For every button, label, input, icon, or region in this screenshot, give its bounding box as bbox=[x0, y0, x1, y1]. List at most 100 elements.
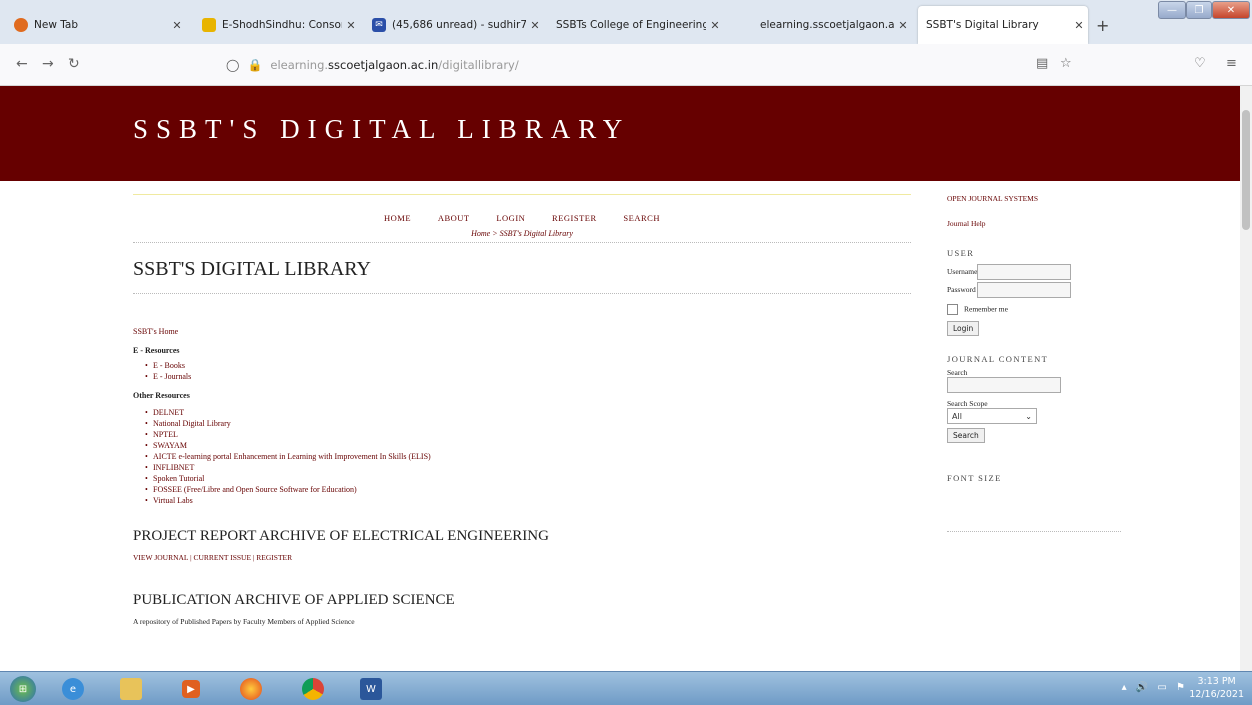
close-icon[interactable]: ✕ bbox=[706, 19, 724, 32]
list-item[interactable]: DELNET bbox=[145, 407, 911, 418]
internet-explorer-icon: e bbox=[62, 678, 84, 700]
url-text[interactable]: elearning.sscoetjalgaon.ac.in/digitallib… bbox=[270, 58, 518, 72]
chevron-down-icon: ⌄ bbox=[1025, 411, 1032, 421]
close-icon[interactable]: ✕ bbox=[894, 19, 912, 32]
address-bar[interactable]: ◯ 🔒 elearning.sscoetjalgaon.ac.in/digita… bbox=[226, 52, 1091, 78]
remember-me-label: Remember me bbox=[964, 304, 1008, 314]
e-books-link[interactable]: E - Books bbox=[153, 361, 185, 370]
window-close-button[interactable]: ✕ bbox=[1212, 1, 1250, 19]
section-links-electrical[interactable]: VIEW JOURNAL | CURRENT ISSUE | REGISTER bbox=[133, 553, 911, 562]
search-input[interactable] bbox=[947, 377, 1061, 393]
search-scope-label: Search Scope bbox=[947, 399, 988, 408]
url-path: /digitallibrary/ bbox=[438, 58, 519, 72]
aicte-elis-link[interactable]: AICTE e-learning portal Enhancement in L… bbox=[153, 452, 431, 461]
start-button[interactable]: ⊞ bbox=[2, 675, 44, 703]
search-scope-select[interactable]: All ⌄ bbox=[947, 408, 1037, 424]
tab-title: E-ShodhSindhu: Consorti bbox=[222, 19, 342, 31]
close-icon[interactable]: ✕ bbox=[168, 19, 186, 32]
list-item[interactable]: Virtual Labs bbox=[145, 495, 911, 506]
list-item[interactable]: Spoken Tutorial bbox=[145, 473, 911, 484]
password-field[interactable] bbox=[976, 282, 1071, 298]
nav-register[interactable]: REGISTER bbox=[552, 213, 597, 223]
e-resources-list: E - Books E - Journals bbox=[145, 360, 911, 382]
vertical-scrollbar[interactable] bbox=[1240, 86, 1252, 671]
fossee-link[interactable]: FOSSEE (Free/Libre and Open Source Softw… bbox=[153, 485, 357, 494]
close-icon[interactable]: ✕ bbox=[1070, 19, 1088, 32]
taskbar-word[interactable]: W bbox=[350, 675, 392, 703]
new-tab-button[interactable]: + bbox=[1096, 16, 1109, 35]
clock-date: 12/16/2021 bbox=[1189, 689, 1244, 700]
nav-login[interactable]: LOGIN bbox=[496, 213, 525, 223]
list-item[interactable]: AICTE e-learning portal Enhancement in L… bbox=[145, 451, 911, 462]
divider bbox=[947, 531, 1121, 532]
list-item[interactable]: E - Books bbox=[145, 360, 911, 371]
swayam-link[interactable]: SWAYAM bbox=[153, 441, 187, 450]
login-button[interactable]: Login bbox=[947, 321, 980, 336]
tab-digital-library[interactable]: SSBT's Digital Library ✕ bbox=[918, 6, 1088, 44]
close-icon[interactable]: ✕ bbox=[526, 19, 544, 32]
url-prefix: elearning. bbox=[270, 58, 329, 72]
scrollbar-thumb[interactable] bbox=[1242, 110, 1250, 230]
taskbar-explorer[interactable] bbox=[110, 675, 152, 703]
nav-search[interactable]: SEARCH bbox=[623, 213, 660, 223]
windows-taskbar: ⊞ e ▶ W ▴ 🔊 ▭ ⚑ 3:13 PM 12/16/2021 bbox=[0, 671, 1252, 705]
close-icon[interactable]: ✕ bbox=[342, 19, 360, 32]
e-journals-link[interactable]: E - Journals bbox=[153, 372, 191, 381]
menu-icon[interactable]: ≡ bbox=[1226, 56, 1237, 71]
bookmark-star-icon[interactable]: ☆ bbox=[1060, 56, 1072, 71]
search-button[interactable]: Search bbox=[947, 428, 985, 443]
username-field[interactable] bbox=[977, 264, 1072, 280]
ndl-link[interactable]: National Digital Library bbox=[153, 419, 231, 428]
tab-title: elearning.sscoetjalgaon.ac bbox=[760, 19, 894, 31]
system-tray[interactable]: ▴ 🔊 ▭ ⚑ bbox=[1122, 682, 1188, 693]
mail-icon: ✉ bbox=[372, 18, 386, 32]
firefox-icon bbox=[240, 678, 262, 700]
delnet-link[interactable]: DELNET bbox=[153, 408, 184, 417]
ssbt-home-link[interactable]: SSBT's Home bbox=[133, 327, 178, 336]
breadcrumb-current[interactable]: SSBT's Digital Library bbox=[500, 229, 573, 238]
forward-arrow-icon[interactable]: → bbox=[42, 56, 54, 72]
other-resources-list: DELNET National Digital Library NPTEL SW… bbox=[145, 407, 911, 506]
taskbar-chrome[interactable] bbox=[292, 675, 334, 703]
ojs-link[interactable]: OPEN JOURNAL SYSTEMS bbox=[947, 194, 1127, 203]
tab-eshodhsindhu[interactable]: E-ShodhSindhu: Consorti ✕ bbox=[194, 6, 360, 44]
lock-icon[interactable]: 🔒 bbox=[247, 58, 262, 72]
list-item[interactable]: E - Journals bbox=[145, 371, 911, 382]
maximize-button[interactable]: ❐ bbox=[1186, 1, 1212, 19]
nav-home[interactable]: HOME bbox=[384, 213, 411, 223]
reader-view-icon[interactable]: ▤ bbox=[1036, 56, 1048, 71]
remember-me-checkbox[interactable] bbox=[947, 304, 958, 315]
browser-navigation-bar: ← → ↻ ◯ 🔒 elearning.sscoetjalgaon.ac.in/… bbox=[0, 44, 1252, 86]
sidebar: OPEN JOURNAL SYSTEMS Journal Help USER U… bbox=[947, 194, 1127, 532]
tab-elearning[interactable]: elearning.sscoetjalgaon.ac ✕ bbox=[752, 6, 912, 44]
nptel-link[interactable]: NPTEL bbox=[153, 430, 178, 439]
tab-title: New Tab bbox=[34, 19, 79, 31]
list-item[interactable]: FOSSEE (Free/Libre and Open Source Softw… bbox=[145, 484, 911, 495]
section-description: A repository of Published Papers by Facu… bbox=[133, 617, 355, 626]
taskbar-firefox[interactable] bbox=[230, 675, 272, 703]
other-resources-heading: Other Resources bbox=[133, 391, 190, 400]
inflibnet-link[interactable]: INFLIBNET bbox=[153, 463, 194, 472]
minimize-button[interactable]: — bbox=[1158, 1, 1186, 19]
tab-new-tab[interactable]: New Tab ✕ bbox=[6, 6, 186, 44]
pocket-icon[interactable]: ♡ bbox=[1194, 56, 1206, 71]
nav-about[interactable]: ABOUT bbox=[438, 213, 470, 223]
list-item[interactable]: National Digital Library bbox=[145, 418, 911, 429]
taskbar-ie[interactable]: e bbox=[52, 675, 94, 703]
shield-icon[interactable]: ◯ bbox=[226, 58, 239, 72]
tab-mail[interactable]: ✉ (45,686 unread) - sudhir78 ✕ bbox=[364, 6, 544, 44]
virtual-labs-link[interactable]: Virtual Labs bbox=[153, 496, 193, 505]
taskbar-media[interactable]: ▶ bbox=[170, 675, 212, 703]
breadcrumb-home[interactable]: Home bbox=[471, 229, 490, 238]
back-arrow-icon[interactable]: ← bbox=[16, 56, 28, 72]
journal-help-link[interactable]: Journal Help bbox=[947, 219, 1127, 228]
list-item[interactable]: NPTEL bbox=[145, 429, 911, 440]
reload-icon[interactable]: ↻ bbox=[68, 56, 80, 72]
e-resources-heading: E - Resources bbox=[133, 346, 180, 355]
list-item[interactable]: SWAYAM bbox=[145, 440, 911, 451]
resource-links: SSBT's Home E - Resources E - Books E - … bbox=[133, 326, 911, 506]
tab-ssbt-college[interactable]: SSBTs College of Engineering ✕ bbox=[548, 6, 724, 44]
spoken-tutorial-link[interactable]: Spoken Tutorial bbox=[153, 474, 204, 483]
list-item[interactable]: INFLIBNET bbox=[145, 462, 911, 473]
taskbar-clock[interactable]: 3:13 PM 12/16/2021 bbox=[1189, 675, 1244, 701]
